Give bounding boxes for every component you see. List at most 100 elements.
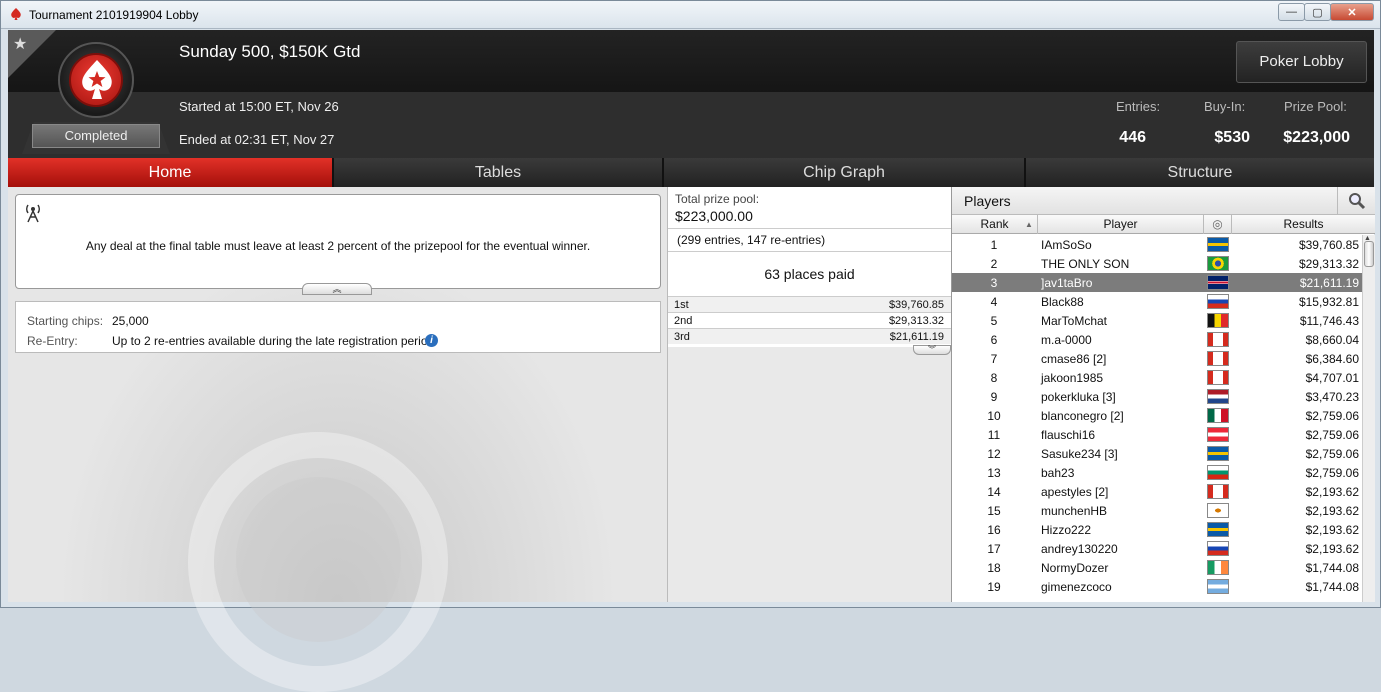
- argentina-flag-icon: [1207, 579, 1229, 594]
- search-icon: [1348, 193, 1365, 210]
- player-rank: 7: [990, 352, 998, 366]
- total-prize-value: $223,000.00: [675, 208, 753, 224]
- player-rank: 14: [987, 485, 1001, 499]
- expand-payouts-button[interactable]: ︾: [913, 345, 951, 355]
- player-name: NormyDozer: [1041, 561, 1109, 575]
- player-result: $2,193.62: [1305, 523, 1359, 537]
- mexico-flag-icon: [1207, 408, 1229, 423]
- player-name: jakoon1985: [1041, 371, 1104, 385]
- player-row[interactable]: 11 flauschi16 $2,759.06: [952, 425, 1362, 444]
- favorite-star-icon[interactable]: ★: [13, 34, 27, 54]
- column-country[interactable]: ◎: [1204, 215, 1232, 234]
- canada-flag-icon: [1207, 484, 1229, 499]
- column-rank[interactable]: Rank ▲: [952, 215, 1038, 234]
- player-row[interactable]: 6 m.a-0000 $8,660.04: [952, 330, 1362, 349]
- collapse-notice-button[interactable]: ︽: [302, 283, 372, 295]
- minimize-button[interactable]: —: [1278, 3, 1305, 21]
- austria-flag-icon: [1207, 427, 1229, 442]
- tab-tables[interactable]: Tables: [334, 158, 664, 187]
- player-row[interactable]: 5 MarToMchat $11,746.43: [952, 311, 1362, 330]
- player-row[interactable]: 19 gimenezcoco $1,744.08: [952, 577, 1362, 596]
- player-name: munchenHB: [1041, 504, 1108, 518]
- reentry-label: Re-Entry:: [27, 334, 78, 348]
- entries-label: Entries:: [1116, 99, 1161, 114]
- cyprus-flag-icon: [1207, 503, 1229, 518]
- player-rank: 3: [990, 276, 998, 290]
- player-result: $11,746.43: [1299, 314, 1359, 328]
- places-paid: 63 places paid: [668, 251, 951, 295]
- tournament-badge: [58, 42, 134, 118]
- sweden-flag-icon: [1207, 522, 1229, 537]
- prize-pool-value: $223,000: [1283, 129, 1350, 146]
- poker-lobby-button[interactable]: Poker Lobby: [1236, 41, 1367, 83]
- player-rank: 17: [987, 542, 1001, 556]
- maximize-button[interactable]: ▢: [1304, 3, 1331, 21]
- player-row[interactable]: 15 munchenHB $2,193.62: [952, 501, 1362, 520]
- player-name: ]av1taBro: [1041, 276, 1093, 290]
- close-button[interactable]: ✕: [1330, 3, 1374, 21]
- player-result: $2,193.62: [1305, 542, 1359, 556]
- starting-chips-value: 25,000: [112, 314, 149, 328]
- player-name: m.a-0000: [1041, 333, 1092, 347]
- player-row[interactable]: 7 cmase86 [2] $6,384.60: [952, 349, 1362, 368]
- player-row[interactable]: 8 jakoon1985 $4,707.01: [952, 368, 1362, 387]
- tournament-info: Starting chips: 25,000 Re-Entry: Up to 2…: [15, 301, 661, 353]
- player-row[interactable]: 17 andrey130220 $2,193.62: [952, 539, 1362, 558]
- player-result: $6,384.60: [1305, 352, 1359, 366]
- player-result: $2,759.06: [1305, 428, 1359, 442]
- player-row[interactable]: 12 Sasuke234 [3] $2,759.06: [952, 444, 1362, 463]
- column-results[interactable]: Results: [1232, 215, 1375, 234]
- player-rank: 9: [990, 390, 998, 404]
- canada-flag-icon: [1207, 351, 1229, 366]
- player-name: pokerkluka [3]: [1041, 390, 1116, 404]
- tab-bar: Home Tables Chip Graph Structure: [8, 158, 1374, 187]
- player-result: $2,759.06: [1305, 409, 1359, 423]
- sort-ascending-icon: ▲: [1025, 220, 1033, 229]
- player-result: $2,759.06: [1305, 466, 1359, 480]
- player-row[interactable]: 14 apestyles [2] $2,193.62: [952, 482, 1362, 501]
- status-badge: Completed: [32, 124, 160, 148]
- players-list: 1 IAmSoSo $39,760.85 2 THE ONLY SON $29,313.3…: [952, 235, 1362, 602]
- payout-amount: $21,611.19: [889, 331, 944, 343]
- player-row[interactable]: 2 THE ONLY SON $29,313.32: [952, 254, 1362, 273]
- players-panel: Players Rank ▲ Player ◎ Results 1 IAmSoSo…: [951, 187, 1375, 602]
- column-rank-label: Rank: [980, 217, 1009, 231]
- notice-text: Any deal at the final table must leave a…: [85, 239, 591, 253]
- player-row[interactable]: 3]av1taBro $21,611.19: [952, 273, 1362, 292]
- sweden-flag-icon: [1207, 237, 1229, 252]
- player-row[interactable]: 9 pokerkluka [3] $3,470.23: [952, 387, 1362, 406]
- player-rank: 10: [987, 409, 1001, 423]
- tournament-name: Sunday 500, $150K Gtd: [179, 42, 361, 61]
- player-name: flauschi16: [1041, 428, 1096, 442]
- player-result: $29,313.32: [1298, 257, 1359, 271]
- player-row[interactable]: 1 IAmSoSo $39,760.85: [952, 235, 1362, 254]
- russia-flag-icon: [1207, 294, 1229, 309]
- ended-time: Ended at 02:31 ET, Nov 27: [179, 132, 335, 147]
- tab-structure[interactable]: Structure: [1026, 158, 1374, 187]
- player-name: blanconegro [2]: [1041, 409, 1124, 423]
- player-result: $2,193.62: [1305, 485, 1359, 499]
- player-rank: 19: [987, 580, 1001, 594]
- player-row[interactable]: 18 NormyDozer $1,744.08: [952, 558, 1362, 577]
- tournament-lobby-window: Tournament 2101919904 Lobby — ▢ ✕ ★ Comp…: [0, 0, 1381, 692]
- player-name: THE ONLY SON: [1041, 257, 1130, 271]
- player-row[interactable]: 16 Hizzo222 $2,193.62: [952, 520, 1362, 539]
- info-icon[interactable]: i: [425, 334, 438, 347]
- players-scrollbar[interactable]: ▲: [1362, 235, 1375, 602]
- prize-pool-label: Prize Pool:: [1284, 99, 1347, 114]
- bulgaria-flag-icon: [1207, 465, 1229, 480]
- player-row[interactable]: 10 blanconegro [2] $2,759.06: [952, 406, 1362, 425]
- tab-chip-graph[interactable]: Chip Graph: [664, 158, 1026, 187]
- tab-home[interactable]: Home: [8, 158, 334, 187]
- player-result: $39,760.85: [1298, 238, 1359, 252]
- search-players-button[interactable]: [1337, 187, 1375, 215]
- player-name: Sasuke234 [3]: [1041, 447, 1118, 461]
- player-rank: 2: [990, 257, 998, 271]
- player-name: IAmSoSo: [1041, 238, 1092, 252]
- scroll-thumb[interactable]: [1364, 241, 1374, 267]
- player-row[interactable]: 13 bah23 $2,759.06: [952, 463, 1362, 482]
- home-content: Any deal at the final table must leave a…: [8, 187, 1375, 692]
- player-row[interactable]: 4 Black88 $15,932.81: [952, 292, 1362, 311]
- column-player[interactable]: Player: [1038, 215, 1204, 234]
- canada-flag-icon: [1207, 370, 1229, 385]
